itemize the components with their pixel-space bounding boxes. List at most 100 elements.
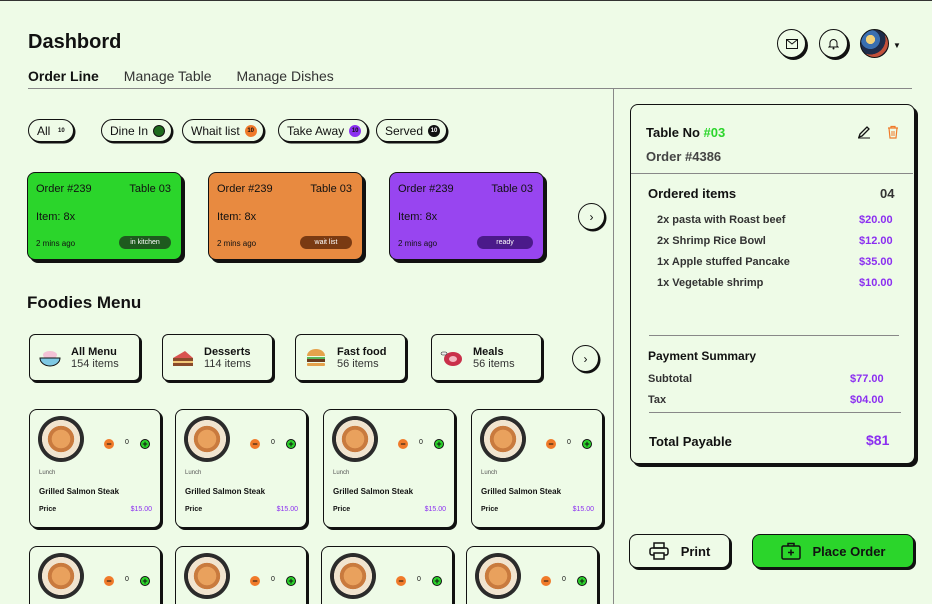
decrease-button[interactable]: − [546, 439, 556, 449]
tax-label: Tax [648, 394, 667, 406]
decrease-button[interactable]: − [104, 576, 114, 586]
dish-quantity: 0 [562, 576, 566, 583]
subtotal-label: Subtotal [648, 373, 692, 385]
category-meals[interactable]: Meals 56 items [431, 334, 542, 381]
dish-card[interactable]: − 0 + Lunch Grilled Salmon Steak Price $… [471, 409, 603, 528]
decrease-button[interactable]: − [250, 576, 260, 586]
status-badge: in kitchen [119, 236, 171, 249]
increase-button[interactable]: + [286, 439, 296, 449]
ordered-item-price: $12.00 [859, 235, 893, 247]
bowl-icon [38, 346, 62, 370]
ordered-item-name: 1x Apple stuffed Pancake [657, 256, 790, 268]
filter-label: All [37, 123, 51, 138]
dish-card[interactable]: − 0 + [29, 546, 161, 604]
place-order-button[interactable]: Place Order [752, 534, 914, 568]
dish-image [330, 553, 376, 599]
increase-button[interactable]: + [582, 439, 592, 449]
filter-take-away[interactable]: Take Away 10 [278, 119, 369, 142]
category-count: 56 items [473, 357, 515, 370]
dish-card[interactable]: − 0 + Lunch Grilled Salmon Steak Price $… [323, 409, 455, 528]
ordered-item-name: 2x pasta with Roast beef [657, 214, 786, 226]
table-label: Table No [646, 125, 704, 140]
dish-card[interactable]: − 0 + Lunch Grilled Salmon Steak Price $… [175, 409, 307, 528]
dish-image [475, 553, 521, 599]
increase-button[interactable]: + [432, 576, 442, 586]
filter-wait-list[interactable]: Whait list 10 [182, 119, 264, 142]
increase-button[interactable]: + [577, 576, 587, 586]
filter-label: Served [385, 123, 424, 138]
category-name: Fast food [337, 345, 387, 358]
decrease-button[interactable]: − [541, 576, 551, 586]
tab-bar: Order Line Manage Table Manage Dishes [28, 68, 334, 84]
ordered-item-price: $20.00 [859, 214, 893, 226]
increase-button[interactable]: + [140, 439, 150, 449]
decrease-button[interactable]: − [104, 439, 114, 449]
order-number: Order #239 [398, 183, 454, 195]
dish-quantity: 0 [271, 439, 275, 446]
order-card[interactable]: Order #239 Table 03 Item: 8x 2 mins ago r… [389, 172, 544, 260]
dish-card[interactable]: − 0 + [321, 546, 453, 604]
print-button[interactable]: Print [629, 534, 730, 568]
categories-next-button[interactable]: › [572, 345, 599, 372]
category-count: 56 items [337, 357, 379, 370]
filter-served[interactable]: Served 10 [376, 119, 448, 142]
ordered-item-price: $35.00 [859, 256, 893, 268]
payment-summary-title: Payment Summary [648, 349, 757, 363]
delete-button[interactable] [887, 125, 899, 144]
filter-dine-in[interactable]: Dine In [101, 119, 173, 142]
orders-next-button[interactable]: › [578, 203, 605, 230]
dish-quantity: 0 [417, 576, 421, 583]
ordered-item-name: 2x Shrimp Rice Bowl [657, 235, 766, 247]
category-name: Desserts [204, 345, 251, 358]
decrease-button[interactable]: − [398, 439, 408, 449]
price-label: Price [185, 506, 203, 513]
burger-icon [304, 346, 328, 370]
tab-order-line[interactable]: Order Line [28, 68, 99, 84]
filter-count: 10 [428, 124, 441, 137]
decrease-button[interactable]: − [250, 439, 260, 449]
bell-icon [828, 38, 839, 49]
dish-quantity: 0 [567, 439, 571, 446]
dish-image [480, 416, 526, 462]
dish-category: Lunch [185, 470, 202, 476]
dish-quantity: 0 [419, 439, 423, 446]
dish-price: $15.00 [572, 506, 594, 513]
order-card[interactable]: Order #239 Table 03 Item: 8x 2 mins ago w… [208, 172, 363, 260]
notifications-button[interactable] [819, 29, 848, 58]
order-summary-panel: Table No #03 Order #4386 Ordered items 0… [630, 104, 915, 464]
status-badge: wait list [300, 236, 352, 249]
chevron-right-icon: › [583, 351, 588, 366]
table-number: Table 03 [491, 183, 533, 195]
chevron-down-icon[interactable]: ▼ [893, 41, 901, 50]
dish-category: Lunch [333, 470, 350, 476]
tab-manage-table[interactable]: Manage Table [124, 68, 212, 84]
printer-icon [648, 542, 669, 560]
edit-button[interactable] [857, 125, 871, 144]
category-fast-food[interactable]: Fast food 56 items [295, 334, 406, 381]
tab-manage-dishes[interactable]: Manage Dishes [237, 68, 334, 84]
mail-icon [785, 38, 798, 49]
filter-label: Dine In [110, 123, 149, 138]
category-all-menu[interactable]: All Menu 154 items [29, 334, 140, 381]
dish-category: Lunch [39, 470, 56, 476]
dish-card[interactable]: − 0 + [175, 546, 307, 604]
price-label: Price [481, 506, 499, 513]
order-items: Item: 8x [398, 211, 438, 223]
mail-button[interactable] [777, 29, 806, 58]
increase-button[interactable]: + [140, 576, 150, 586]
decrease-button[interactable]: − [396, 576, 406, 586]
increase-button[interactable]: + [286, 576, 296, 586]
price-label: Price [333, 506, 351, 513]
dish-price: $15.00 [130, 506, 152, 513]
increase-button[interactable]: + [434, 439, 444, 449]
category-count: 154 items [71, 357, 119, 370]
dish-quantity: 0 [271, 576, 275, 583]
category-desserts[interactable]: Desserts 114 items [162, 334, 273, 381]
order-card[interactable]: Order #239 Table 03 Item: 8x 2 mins ago i… [27, 172, 182, 260]
filter-count [153, 124, 166, 137]
filter-all[interactable]: All 10 [28, 119, 75, 142]
dish-quantity: 0 [125, 439, 129, 446]
dish-card[interactable]: − 0 + [466, 546, 598, 604]
avatar[interactable] [860, 29, 889, 58]
dish-card[interactable]: − 0 + Lunch Grilled Salmon Steak Price $… [29, 409, 161, 528]
